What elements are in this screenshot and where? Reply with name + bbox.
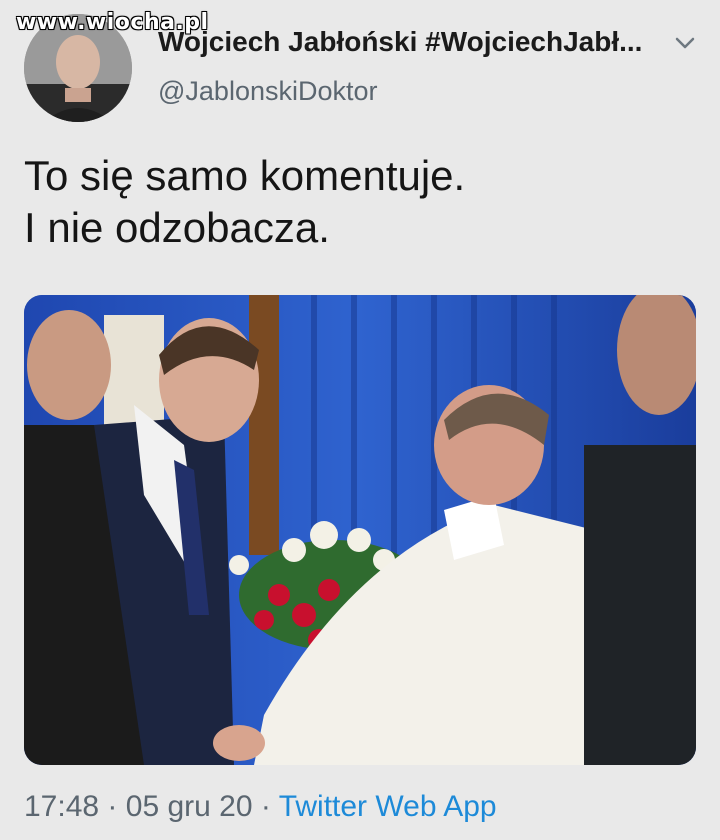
tweet-text: To się samo komentuje. I nie odzobacza. xyxy=(24,150,694,254)
tweet-text-line: To się samo komentuje. xyxy=(24,152,466,199)
tweet-source-link[interactable]: Twitter Web App xyxy=(279,790,497,823)
chevron-down-icon[interactable] xyxy=(670,28,700,58)
tweet-text-line: I nie odzobacza. xyxy=(24,204,330,251)
author-display-name[interactable]: Wojciech Jabłoński #WojciechJabł... xyxy=(158,26,658,58)
separator-dot: · xyxy=(260,790,271,823)
tweet-metadata: 17:48 · 05 gru 20 · Twitter Web App xyxy=(24,790,497,824)
author-handle[interactable]: @JablonskiDoktor xyxy=(158,76,378,107)
separator-dot: · xyxy=(107,790,118,823)
photo-illustration xyxy=(24,295,696,765)
tweet-date: 05 gru 20 xyxy=(125,790,253,823)
tweet-media-image[interactable] xyxy=(24,295,696,765)
tweet-time: 17:48 xyxy=(24,790,100,823)
